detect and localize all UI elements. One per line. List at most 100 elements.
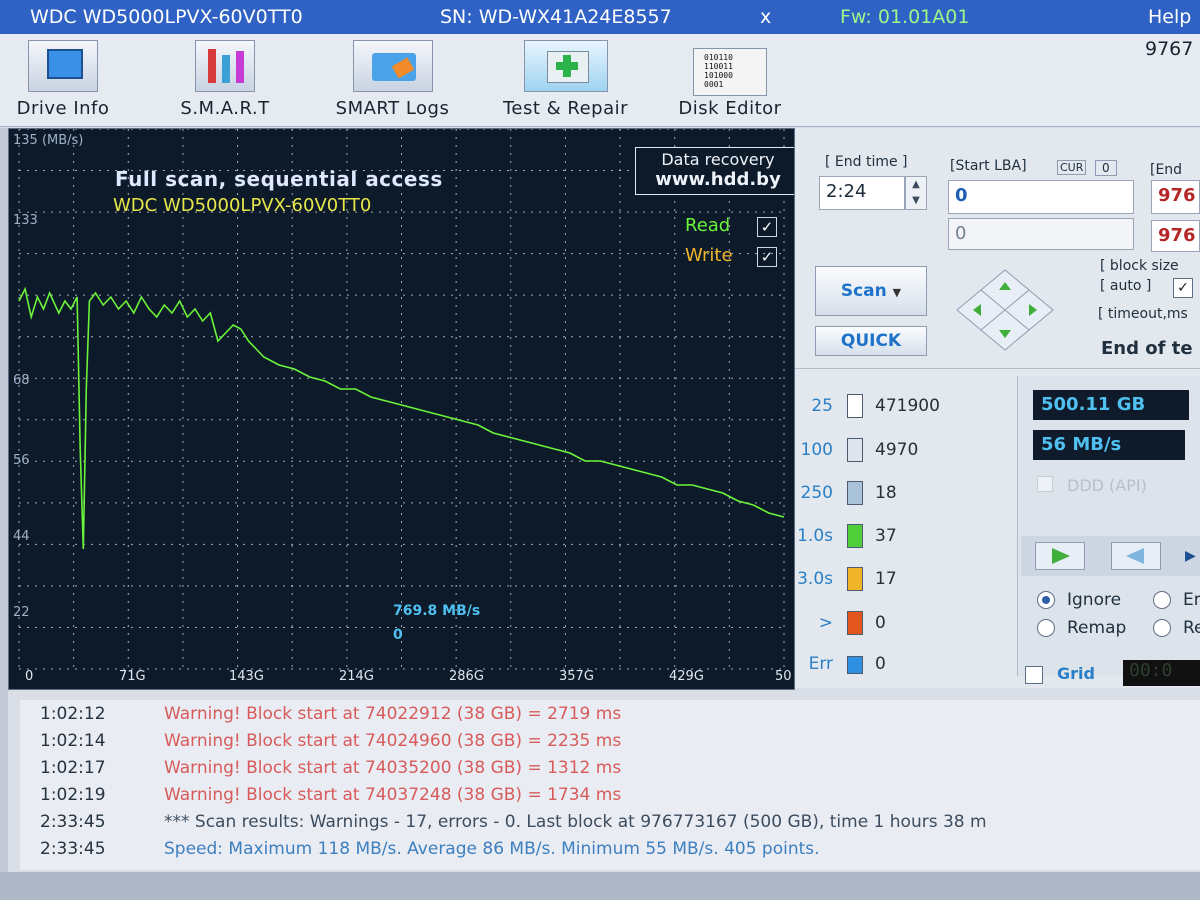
back-button[interactable] bbox=[1111, 542, 1161, 570]
start-lba-input-secondary[interactable]: 0 bbox=[948, 218, 1134, 250]
test-repair-button[interactable]: Test & Repair bbox=[488, 40, 643, 119]
speed-graph: 135 (MB/s) 133 68 56 44 22 0 71G 143G 21… bbox=[8, 128, 795, 690]
start-lba-label: [Start LBA] bbox=[950, 158, 1027, 174]
legend-label: 25 bbox=[811, 396, 833, 416]
test-repair-label: Test & Repair bbox=[502, 98, 629, 119]
legend-swatch bbox=[847, 656, 863, 674]
log-entry: 1:02:12 Warning! Block start at 74022912… bbox=[20, 704, 1200, 730]
log-message: Warning! Block start at 74022912 (38 GB)… bbox=[164, 704, 622, 724]
title-bar: WDC WD5000LPVX-60V0TT0 SN: WD-WX41A24E85… bbox=[0, 0, 1200, 60]
legend-count: 4970 bbox=[875, 440, 919, 460]
refresh-label: Re bbox=[1183, 618, 1200, 638]
start-lba-input[interactable]: 0 bbox=[948, 180, 1134, 214]
end-time-spinner[interactable]: ▲ ▼ bbox=[905, 176, 927, 210]
close-icon[interactable]: x bbox=[760, 6, 771, 28]
log-message: Speed: Maximum 118 MB/s. Average 86 MB/s… bbox=[164, 839, 820, 859]
end-lba-input[interactable]: 976 bbox=[1151, 180, 1200, 214]
smart-logs-label: SMART Logs bbox=[335, 98, 450, 119]
scan-button[interactable]: Scan ▼ bbox=[815, 266, 927, 316]
legend-label: 1.0s bbox=[797, 526, 833, 546]
smart-label: S.M.A.R.T bbox=[180, 98, 270, 119]
x-tick-label: 286G bbox=[449, 669, 484, 684]
binary-document-icon: 010110 110011 101000 0001 bbox=[693, 48, 767, 96]
log-time: 2:33:45 bbox=[40, 812, 106, 832]
help-menu[interactable]: Help bbox=[1148, 6, 1191, 28]
legend-row: 100 4970 bbox=[795, 436, 985, 466]
graph-drive-model: WDC WD5000LPVX-60V0TT0 bbox=[113, 195, 372, 216]
legend-count: 37 bbox=[875, 526, 897, 546]
play-button[interactable] bbox=[1035, 542, 1085, 570]
cur-button[interactable]: CUR bbox=[1057, 160, 1087, 175]
watermark-box: Data recovery www.hdd.by bbox=[635, 147, 794, 195]
direction-pad[interactable] bbox=[955, 268, 1055, 352]
legend-row: 250 18 bbox=[795, 479, 985, 509]
y-axis-max-label: 135 (MB/s) bbox=[13, 133, 84, 148]
binary-text: 010110 110011 101000 0001 bbox=[704, 53, 733, 89]
log-message: *** Scan results: Warnings - 17, errors … bbox=[164, 812, 987, 832]
ddd-checkbox[interactable] bbox=[1037, 476, 1053, 492]
auto-checkbox[interactable]: ✓ bbox=[1173, 278, 1193, 298]
playback-controls: ▶ bbox=[1021, 536, 1200, 576]
erase-radio[interactable] bbox=[1153, 591, 1171, 609]
block-size-label: [ block size bbox=[1100, 258, 1179, 274]
bottom-bezel bbox=[0, 872, 1200, 900]
end-time-input[interactable]: 2:24 bbox=[819, 176, 905, 210]
control-panel: [ End time ] 2:24 ▲ ▼ [Start LBA] CUR 0 [… bbox=[795, 128, 1200, 688]
remap-radio[interactable] bbox=[1037, 619, 1055, 637]
next-icon[interactable]: ▶ bbox=[1185, 548, 1196, 564]
toolbar: Drive Info S.M.A.R.T SMART Logs Test & R… bbox=[0, 34, 1200, 127]
drive-info-button[interactable]: Drive Info bbox=[8, 40, 118, 119]
x-tick-label: 50 bbox=[775, 669, 792, 684]
x-tick-label: 357G bbox=[559, 669, 594, 684]
x-tick-label: 214G bbox=[339, 669, 374, 684]
grid-label: Grid bbox=[1057, 664, 1095, 683]
grid-checkbox[interactable] bbox=[1025, 666, 1043, 684]
erase-label: Er bbox=[1183, 590, 1200, 610]
quick-button[interactable]: QUICK bbox=[815, 326, 927, 356]
auto-label: [ auto ] bbox=[1100, 278, 1152, 294]
lba-readout: 9767 bbox=[1145, 38, 1194, 60]
cur-value: 0 bbox=[1095, 160, 1117, 176]
drive-model-title: WDC WD5000LPVX-60V0TT0 bbox=[30, 6, 303, 28]
timeout-label: [ timeout,ms bbox=[1098, 306, 1188, 322]
legend-row: 1.0s 37 bbox=[795, 522, 985, 552]
y-tick-label: 68 bbox=[13, 373, 30, 388]
first-aid-kit-icon bbox=[523, 40, 608, 92]
cursor-position-readout: 0 bbox=[393, 627, 403, 643]
legend-count: 471900 bbox=[875, 396, 940, 416]
end-time-label: [ End time ] bbox=[825, 154, 908, 170]
legend-row: 3.0s 17 bbox=[795, 565, 985, 595]
graph-title: Full scan, sequential access bbox=[115, 167, 443, 191]
speed-display: 56 MB/s bbox=[1033, 430, 1185, 460]
cursor-speed-readout: 769.8 MB/s bbox=[393, 603, 481, 619]
smart-button[interactable]: S.M.A.R.T bbox=[165, 40, 285, 119]
write-checkbox[interactable]: ✓ bbox=[757, 247, 777, 267]
legend-row: > 0 bbox=[795, 609, 985, 639]
log-time: 1:02:19 bbox=[40, 785, 106, 805]
read-checkbox[interactable]: ✓ bbox=[757, 217, 777, 237]
smart-logs-button[interactable]: SMART Logs bbox=[320, 40, 465, 119]
legend-swatch bbox=[847, 567, 863, 591]
write-label: Write bbox=[685, 245, 733, 266]
end-lba-input-secondary[interactable]: 976 bbox=[1151, 220, 1200, 252]
x-tick-label: 71G bbox=[119, 669, 146, 684]
disk-editor-label: Disk Editor bbox=[678, 98, 782, 119]
legend-label: 100 bbox=[800, 440, 833, 460]
legend-swatch bbox=[847, 481, 863, 505]
legend-count: 17 bbox=[875, 569, 897, 589]
log-entry: 2:33:45 *** Scan results: Warnings - 17,… bbox=[20, 812, 1200, 838]
legend-row: 25 471900 bbox=[795, 392, 985, 422]
refresh-radio[interactable] bbox=[1153, 619, 1171, 637]
folder-icon bbox=[352, 40, 433, 92]
ignore-radio[interactable] bbox=[1037, 591, 1055, 609]
log-entry: 1:02:19 Warning! Block start at 74037248… bbox=[20, 785, 1200, 811]
log-message: Warning! Block start at 74037248 (38 GB)… bbox=[164, 785, 622, 805]
disk-editor-button[interactable]: 010110 110011 101000 0001 Disk Editor bbox=[665, 48, 795, 119]
log-entry: 2:33:45 Speed: Maximum 118 MB/s. Average… bbox=[20, 839, 1200, 865]
legend-count: 0 bbox=[875, 654, 886, 674]
remap-label: Remap bbox=[1067, 618, 1127, 638]
ignore-label: Ignore bbox=[1067, 590, 1122, 610]
left-window-edge bbox=[0, 128, 8, 872]
read-label: Read bbox=[685, 215, 731, 236]
x-tick-label: 429G bbox=[669, 669, 704, 684]
